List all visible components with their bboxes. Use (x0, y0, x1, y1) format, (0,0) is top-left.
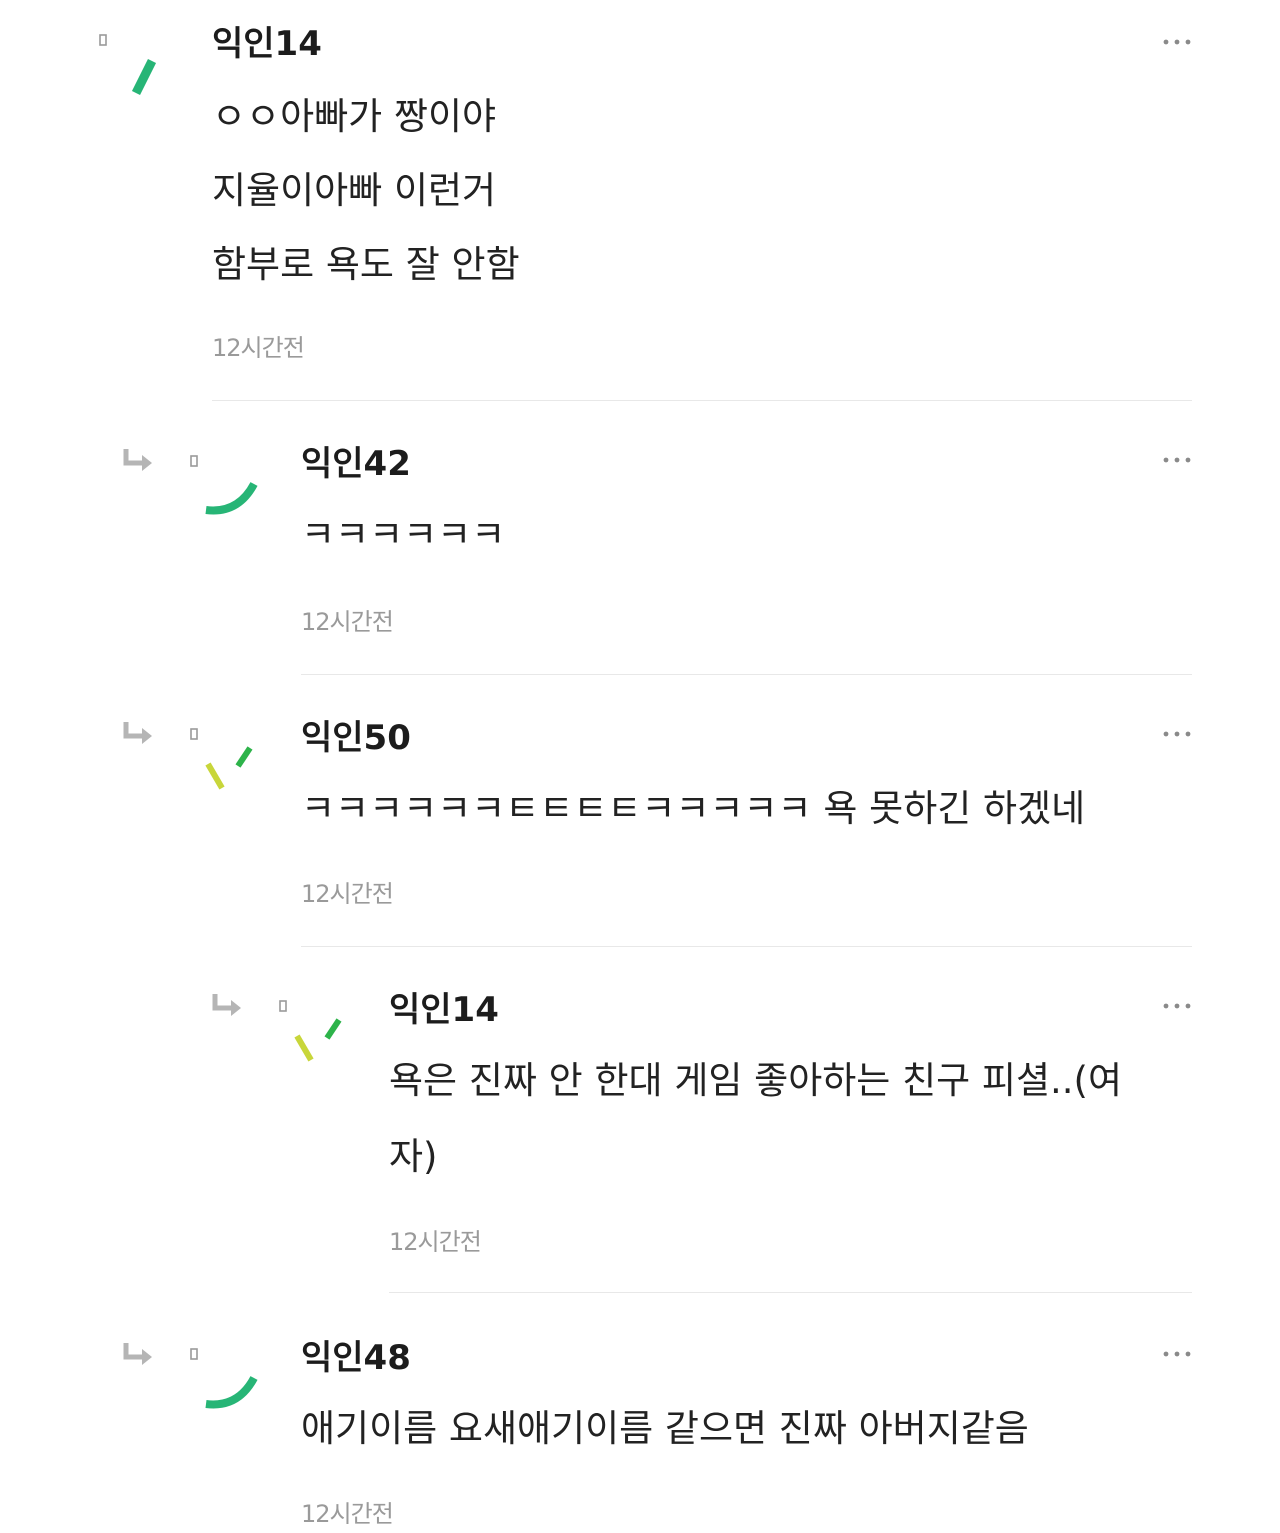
comment-body-line: 지율이아빠 이런거 (212, 169, 497, 212)
more-options-button[interactable] (1160, 30, 1196, 54)
comment-item: 익인14 ㅇㅇ아빠가 짱이야 지율이아빠 이런거 함부로 욕도 잘 안함 12시… (0, 0, 1280, 400)
more-horizontal-icon (1163, 39, 1191, 45)
more-options-button[interactable] (1160, 448, 1196, 472)
reply-arrow-icon (123, 1343, 152, 1365)
more-horizontal-icon (1163, 1351, 1191, 1357)
comment-timestamp: 12시간전 (389, 1228, 482, 1256)
slash-avatar-icon (131, 58, 157, 96)
more-options-button[interactable] (1160, 1342, 1196, 1366)
comment-body-line: 자) (389, 1135, 438, 1178)
comment-timestamp: 12시간전 (212, 334, 305, 362)
badge-mark-icon (279, 1000, 287, 1012)
reply-arrow-icon (212, 994, 241, 1016)
comment-author[interactable]: 익인48 (301, 1338, 411, 1378)
comment-author[interactable]: 익인50 (301, 718, 411, 758)
comment-body-line: 함부로 욕도 잘 안함 (212, 243, 520, 286)
smile-curve-avatar-icon (205, 1375, 258, 1409)
badge-mark-icon (190, 728, 198, 740)
smile-curve-avatar-icon (205, 481, 258, 515)
reply-comment-item: 익인48 애기이름 요새애기이름 같으면 진짜 아버지같음 12시간전 (0, 1292, 1280, 1533)
more-options-button[interactable] (1160, 994, 1196, 1018)
comment-author[interactable]: 익인14 (212, 24, 322, 64)
comment-author[interactable]: 익인14 (389, 990, 499, 1030)
nested-reply-comment-item: 익인14 욕은 진짜 안 한대 게임 좋아하는 친구 피셜..(여 자) 12시… (0, 946, 1280, 1292)
reply-comment-item: 익인42 ㅋㅋㅋㅋㅋㅋ 12시간전 (0, 400, 1280, 674)
comment-timestamp: 12시간전 (301, 1500, 394, 1528)
comment-timestamp: 12시간전 (301, 880, 394, 908)
more-horizontal-icon (1163, 1003, 1191, 1009)
comment-timestamp: 12시간전 (301, 608, 394, 636)
reply-comment-item: 익인50 ㅋㅋㅋㅋㅋㅋㅌㅌㅌㅌㅋㅋㅋㅋㅋ 욕 못하긴 하겠네 12시간전 (0, 674, 1280, 946)
comment-body-line: ㅋㅋㅋㅋㅋㅋ (301, 513, 506, 556)
reply-arrow-icon (123, 449, 152, 471)
more-horizontal-icon (1163, 457, 1191, 463)
more-options-button[interactable] (1160, 722, 1196, 746)
comment-body-line: 애기이름 요새애기이름 같으면 진짜 아버지같음 (301, 1407, 1029, 1450)
comment-author[interactable]: 익인42 (301, 444, 411, 484)
more-horizontal-icon (1163, 731, 1191, 737)
tick-marks-avatar-icon (294, 1018, 342, 1062)
comment-body-line: ㅋㅋㅋㅋㅋㅋㅌㅌㅌㅌㅋㅋㅋㅋㅋ 욕 못하긴 하겠네 (301, 787, 1086, 830)
comment-body-line: 욕은 진짜 안 한대 게임 좋아하는 친구 피셜..(여 (389, 1059, 1123, 1102)
badge-mark-icon (99, 34, 107, 46)
reply-arrow-icon (123, 722, 152, 744)
tick-marks-avatar-icon (205, 746, 253, 790)
badge-mark-icon (190, 455, 198, 467)
badge-mark-icon (190, 1348, 198, 1360)
comment-body-line: ㅇㅇ아빠가 짱이야 (212, 95, 497, 138)
